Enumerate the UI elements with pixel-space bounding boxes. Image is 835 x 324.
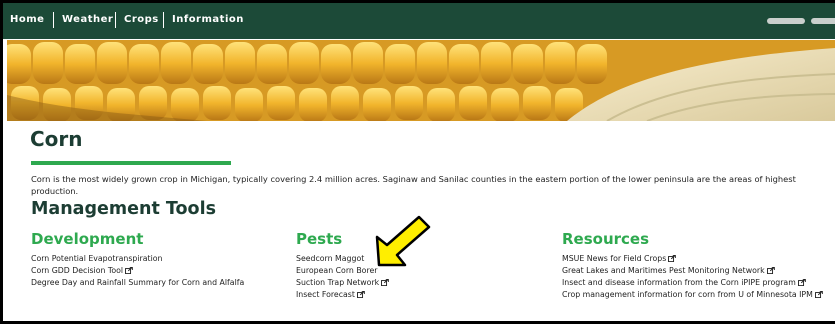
resources-link-list: MSUE News for Field Crops Great Lakes an…	[562, 253, 824, 301]
development-heading: Development	[31, 230, 144, 248]
list-item: Suction Trap Network	[296, 277, 546, 289]
external-link-icon[interactable]	[356, 291, 365, 298]
title-underline	[31, 161, 231, 165]
external-link-icon[interactable]	[125, 267, 133, 274]
pests-link[interactable]: Suction Trap Network	[296, 278, 379, 287]
intro-paragraph: Corn is the most widely grown crop in Mi…	[31, 174, 796, 196]
list-item: Insect Forecast	[296, 289, 546, 301]
development-link[interactable]: Corn Potential Evapotranspiration	[31, 254, 162, 263]
list-item: Insect and disease information from the …	[562, 277, 824, 289]
corn-banner-image	[7, 40, 835, 121]
resources-column: Resources MSUE News for Field Crops Grea…	[562, 230, 824, 301]
list-item: Degree Day and Rainfall Summary for Corn…	[31, 277, 291, 289]
resources-link[interactable]: Insect and disease information from the …	[562, 278, 796, 287]
nav-separator	[163, 12, 164, 28]
resources-link[interactable]: Crop management information for corn fro…	[562, 290, 813, 299]
development-column: Development Corn Potential Evapotranspir…	[31, 230, 291, 289]
external-link-icon[interactable]	[797, 279, 806, 286]
external-link-icon[interactable]	[766, 267, 775, 274]
resources-heading: Resources	[562, 230, 650, 248]
development-link[interactable]: Corn GDD Decision Tool	[31, 266, 123, 275]
menu-toggle-pill[interactable]	[767, 18, 805, 24]
top-navigation-bar: Home Weather Crops Information	[3, 3, 835, 39]
list-item: Great Lakes and Maritimes Pest Monitorin…	[562, 265, 824, 277]
development-link-list: Corn Potential Evapotranspiration Corn G…	[31, 253, 291, 289]
menu-toggle-pill[interactable]	[811, 18, 835, 24]
nav-separator	[115, 12, 116, 28]
page-title: Corn	[30, 127, 83, 151]
list-item: Crop management information for corn fro…	[562, 289, 824, 301]
nav-home[interactable]: Home	[10, 14, 44, 25]
corn-kernels-illustration	[7, 40, 835, 121]
nav-crops[interactable]: Crops	[124, 14, 159, 25]
nav-weather[interactable]: Weather	[62, 14, 113, 25]
resources-link[interactable]: MSUE News for Field Crops	[562, 254, 666, 263]
list-item: Corn GDD Decision Tool	[31, 265, 291, 277]
resources-link[interactable]: Great Lakes and Maritimes Pest Monitorin…	[562, 266, 765, 275]
list-item: Corn Potential Evapotranspiration	[31, 253, 291, 265]
page-frame: Home Weather Crops Information Corn Corn…	[0, 0, 835, 324]
external-link-icon[interactable]	[381, 279, 389, 286]
external-link-icon[interactable]	[668, 255, 677, 262]
yellow-arrow-annotation	[375, 215, 431, 267]
nav-information[interactable]: Information	[172, 14, 244, 25]
nav-separator	[53, 12, 54, 28]
development-link[interactable]: Degree Day and Rainfall Summary for Corn…	[31, 278, 244, 287]
section-title: Management Tools	[31, 199, 216, 219]
pests-link[interactable]: European Corn Borer	[296, 266, 377, 275]
pests-link[interactable]: Seedcorn Maggot	[296, 254, 364, 263]
pests-link[interactable]: Insect Forecast	[296, 290, 355, 299]
list-item: MSUE News for Field Crops	[562, 253, 824, 265]
external-link-icon[interactable]	[814, 291, 823, 298]
